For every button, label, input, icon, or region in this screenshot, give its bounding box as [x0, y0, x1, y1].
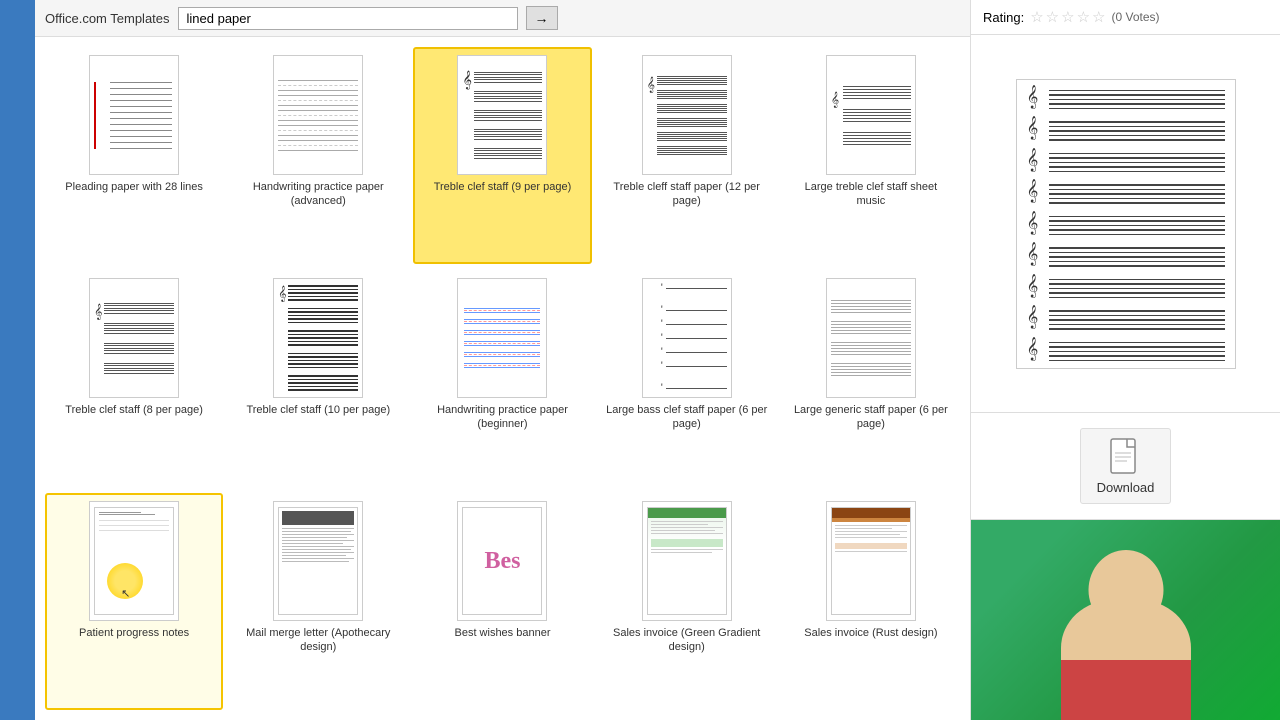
- download-button[interactable]: Download: [1080, 428, 1172, 504]
- stars-container: ☆ ☆ ☆ ☆ ☆: [1030, 8, 1105, 26]
- thumbnail-sales-green: [642, 501, 732, 621]
- search-input[interactable]: [178, 7, 518, 30]
- label-sales-rust: Sales invoice (Rust design): [804, 626, 937, 640]
- webcam-area: [971, 520, 1280, 720]
- star-2[interactable]: ☆: [1046, 8, 1059, 26]
- template-mail-merge[interactable]: Mail merge letter (Apothecary design): [229, 493, 407, 710]
- rating-bar: Rating: ☆ ☆ ☆ ☆ ☆ (0 Votes): [971, 0, 1280, 35]
- header-bar: Office.com Templates →: [35, 0, 970, 37]
- label-handwriting-advanced: Handwriting practice paper (advanced): [237, 180, 399, 209]
- thumbnail-treble-clef-8: 𝄞: [89, 278, 179, 398]
- template-large-bass[interactable]: 𝄢 ' ' ' ' ' ' ' ' ' ': [598, 270, 776, 487]
- thumbnail-large-generic: [826, 278, 916, 398]
- template-sales-green[interactable]: Sales invoice (Green Gradient design): [598, 493, 776, 710]
- rating-label: Rating:: [983, 10, 1024, 25]
- label-best-wishes: Best wishes banner: [454, 626, 550, 640]
- thumbnail-treble-clef-12: 𝄞: [642, 55, 732, 175]
- template-pleading-28[interactable]: Pleading paper with 28 lines: [45, 47, 223, 264]
- download-label: Download: [1097, 480, 1155, 495]
- search-button[interactable]: →: [526, 6, 558, 30]
- left-tab: [0, 0, 35, 720]
- label-large-treble: Large treble clef staff sheet music: [790, 180, 952, 209]
- vote-count: (0 Votes): [1111, 10, 1159, 24]
- label-mail-merge: Mail merge letter (Apothecary design): [237, 626, 399, 655]
- template-large-generic[interactable]: Large generic staff paper (6 per page): [782, 270, 960, 487]
- right-panel: Rating: ☆ ☆ ☆ ☆ ☆ (0 Votes) 𝄞: [970, 0, 1280, 720]
- label-treble-clef-10: Treble clef staff (10 per page): [246, 403, 390, 417]
- preview-sheet: 𝄞 𝄞 𝄞: [1016, 79, 1236, 369]
- thumbnail-sales-rust: [826, 501, 916, 621]
- label-patient-progress: Patient progress notes: [79, 626, 189, 640]
- thumbnail-handwriting-beginner: [457, 278, 547, 398]
- thumbnail-mail-merge: [273, 501, 363, 621]
- thumbnail-patient-progress: ↖: [89, 501, 179, 621]
- template-treble-clef-9[interactable]: 𝄞: [413, 47, 591, 264]
- thumbnail-handwriting-advanced: [273, 55, 363, 175]
- template-handwriting-advanced[interactable]: Handwriting practice paper (advanced): [229, 47, 407, 264]
- star-5[interactable]: ☆: [1092, 8, 1105, 26]
- template-sales-rust[interactable]: Sales invoice (Rust design): [782, 493, 960, 710]
- thumbnail-treble-clef-9: 𝄞: [457, 55, 547, 175]
- preview-area: 𝄞 𝄞 𝄞: [971, 35, 1280, 413]
- main-content: Office.com Templates →: [35, 0, 970, 720]
- label-large-generic: Large generic staff paper (6 per page): [790, 403, 952, 432]
- template-grid: Pleading paper with 28 lines: [35, 37, 970, 720]
- label-pleading-28: Pleading paper with 28 lines: [65, 180, 203, 194]
- thumbnail-large-treble: 𝄞: [826, 55, 916, 175]
- office-label: Office.com Templates: [45, 11, 170, 26]
- label-treble-clef-12: Treble cleff staff paper (12 per page): [606, 180, 768, 209]
- label-handwriting-beginner: Handwriting practice paper (beginner): [421, 403, 583, 432]
- star-4[interactable]: ☆: [1077, 8, 1090, 26]
- star-3[interactable]: ☆: [1061, 8, 1074, 26]
- template-best-wishes[interactable]: Bes Best wishes banner: [413, 493, 591, 710]
- thumbnail-treble-clef-10: 𝄞: [273, 278, 363, 398]
- template-handwriting-beginner[interactable]: Handwriting practice paper (beginner): [413, 270, 591, 487]
- template-treble-clef-8[interactable]: 𝄞: [45, 270, 223, 487]
- thumbnail-large-bass: 𝄢 ' ' ' ' ' ' ' ' ' ': [642, 278, 732, 398]
- document-icon: [1109, 437, 1141, 475]
- template-patient-progress[interactable]: ↖ Patient progress notes: [45, 493, 223, 710]
- webcam-background: [971, 520, 1280, 720]
- template-treble-clef-10[interactable]: 𝄞: [229, 270, 407, 487]
- download-section: Download: [971, 413, 1280, 520]
- label-treble-clef-8: Treble clef staff (8 per page): [65, 403, 203, 417]
- template-treble-clef-12[interactable]: 𝄞: [598, 47, 776, 264]
- label-large-bass: Large bass clef staff paper (6 per page): [606, 403, 768, 432]
- thumbnail-pleading-28: [89, 55, 179, 175]
- thumbnail-best-wishes: Bes: [457, 501, 547, 621]
- template-large-treble[interactable]: 𝄞: [782, 47, 960, 264]
- label-sales-green: Sales invoice (Green Gradient design): [606, 626, 768, 655]
- label-treble-clef-9: Treble clef staff (9 per page): [434, 180, 572, 194]
- star-1[interactable]: ☆: [1030, 8, 1043, 26]
